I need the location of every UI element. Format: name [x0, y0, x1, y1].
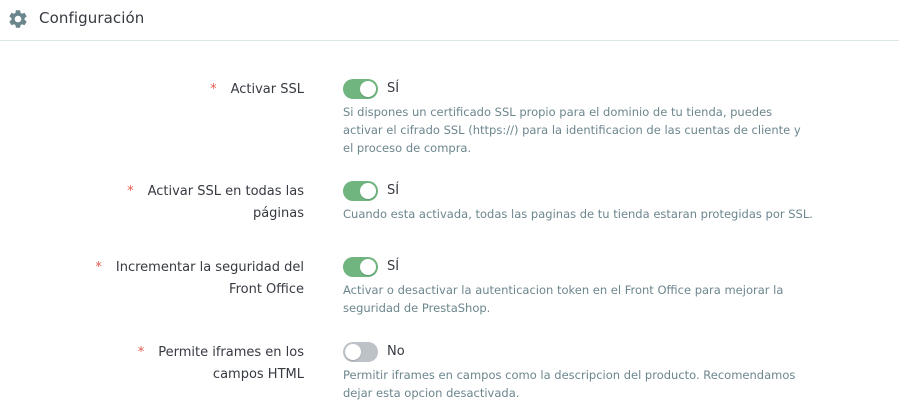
- required-mark: *: [137, 345, 145, 360]
- toggle-state-label: SÍ: [387, 259, 400, 274]
- iframes-toggle[interactable]: [343, 342, 378, 362]
- toggle-knob: [345, 344, 361, 360]
- setting-label: * Incrementar la seguridad del Front Offi…: [95, 257, 304, 301]
- required-mark: *: [127, 184, 134, 199]
- required-mark: *: [210, 82, 217, 97]
- setting-field: SÍ Cuando esta activada, todas las pagin…: [343, 181, 813, 223]
- help-text: Cuando esta activada, todas las paginas …: [343, 207, 813, 221]
- setting-label-text-line2: Front Office: [229, 282, 304, 297]
- setting-field: SÍ Activar o desactivar la autenticacion…: [343, 257, 813, 317]
- help-text: Si dispones un certificado SSL propio pa…: [343, 105, 801, 155]
- setting-label-text: Permite iframes en los: [158, 345, 304, 360]
- toggle-state-label: SÍ: [387, 183, 400, 198]
- setting-label-text: Activar SSL: [230, 82, 304, 97]
- setting-label: * Activar SSL en todas las páginas: [127, 181, 304, 225]
- setting-label-text: Incrementar la seguridad del: [115, 260, 304, 275]
- toggle-state-label: No: [387, 344, 405, 359]
- help-text: Activar o desactivar la autenticacion to…: [343, 283, 784, 315]
- front-office-token-toggle[interactable]: [343, 257, 378, 277]
- ssl-toggle[interactable]: [343, 79, 378, 99]
- panel-header: Configuración: [0, 0, 899, 41]
- setting-field: SÍ Si dispones un certificado SSL propio…: [343, 79, 813, 157]
- required-mark: *: [95, 260, 102, 275]
- setting-label-text-line2: campos HTML: [212, 367, 304, 382]
- page-title: Configuración: [39, 9, 145, 27]
- toggle-knob: [360, 81, 376, 97]
- setting-field: No Permitir iframes en campos como la de…: [343, 342, 813, 402]
- setting-label-text: Activar SSL en todas las: [147, 184, 304, 199]
- gear-icon: [9, 10, 27, 28]
- setting-label-text-line2: páginas: [252, 206, 304, 221]
- toggle-state-label: SÍ: [387, 81, 400, 96]
- toggle-knob: [360, 259, 376, 275]
- setting-label: * Permite iframes en los campos HTML: [138, 342, 304, 386]
- setting-label: * Activar SSL: [210, 79, 304, 101]
- ssl-everywhere-toggle[interactable]: [343, 181, 378, 201]
- toggle-knob: [360, 183, 376, 199]
- help-text: Permitir iframes en campos como la descr…: [343, 368, 796, 400]
